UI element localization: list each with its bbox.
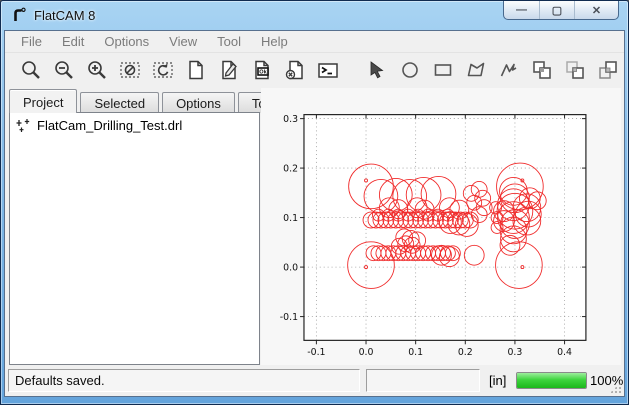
status-bar: Defaults saved. [in] 100% xyxy=(5,365,624,396)
status-aux-box xyxy=(366,369,480,392)
tab-bar: ProjectSelectedOptionsTool xyxy=(9,89,293,113)
union-tool-icon xyxy=(531,59,553,81)
new-project-button[interactable] xyxy=(180,55,213,85)
move-tool-button[interactable] xyxy=(558,55,591,85)
menu-item-help[interactable]: Help xyxy=(251,32,298,51)
units-label: [in] xyxy=(489,373,506,388)
progress-bar xyxy=(516,372,587,389)
toolbar-drag-handle-2[interactable] xyxy=(355,57,356,83)
copy-tool-button[interactable] xyxy=(591,55,624,85)
clear-plot-icon xyxy=(119,59,141,81)
x-tick-label: 0.3 xyxy=(507,347,522,358)
flatcam-logo-icon xyxy=(11,7,28,24)
open-project-icon xyxy=(218,59,240,81)
path-tool-button[interactable] xyxy=(492,55,525,85)
rectangle-tool-icon xyxy=(432,59,454,81)
zoom-out-button[interactable] xyxy=(48,55,81,85)
drill-object-icon xyxy=(16,118,31,133)
titlebar[interactable]: FlatCAM 8 — ▢ ✕ xyxy=(1,1,628,30)
tree-item-label: FlatCam_Drilling_Test.drl xyxy=(37,118,182,133)
x-tick-label: 0.0 xyxy=(359,347,374,358)
circle-tool-button[interactable] xyxy=(393,55,426,85)
project-tree[interactable]: FlatCam_Drilling_Test.drl xyxy=(9,112,260,365)
x-tick-label: 0.2 xyxy=(458,347,473,358)
select-tool-button[interactable] xyxy=(360,55,393,85)
progress-fill xyxy=(517,373,586,388)
move-tool-icon xyxy=(564,59,586,81)
delete-object-icon xyxy=(284,59,306,81)
caption-buttons: — ▢ ✕ xyxy=(503,1,619,20)
zoom-in-button[interactable] xyxy=(81,55,114,85)
path-tool-icon xyxy=(498,59,520,81)
close-button[interactable]: ✕ xyxy=(574,1,618,19)
toolbar-zoom-file-group: Ok xyxy=(15,55,345,85)
plot-figure: -0.1 0.0 0.1 0.2 0.3 0.4 -0.1 0.0 0.1 0.2 0.3 xyxy=(261,88,621,365)
axes-background xyxy=(304,115,586,341)
menu-item-edit[interactable]: Edit xyxy=(52,32,94,51)
save-ok-button[interactable]: Ok xyxy=(246,55,279,85)
menu-bar: FileEditOptionsViewToolHelp xyxy=(5,31,624,53)
app-window: FlatCAM 8 — ▢ ✕ FileEditOptionsViewToolH… xyxy=(0,0,629,405)
x-tick-label: 0.4 xyxy=(557,347,572,358)
toolbar-drag-handle[interactable] xyxy=(10,57,11,83)
polygon-tool-icon xyxy=(465,59,487,81)
menu-item-options[interactable]: Options xyxy=(94,32,159,51)
client-area: FileEditOptionsViewToolHelp Ok ProjectSe… xyxy=(4,30,625,397)
x-tick-label: -0.1 xyxy=(307,347,325,358)
circle-tool-icon xyxy=(399,59,421,81)
menu-item-tool[interactable]: Tool xyxy=(207,32,251,51)
zoom-in-icon xyxy=(86,59,108,81)
tab-project[interactable]: Project xyxy=(9,89,77,113)
zoom-fit-button[interactable] xyxy=(15,55,48,85)
y-tick-label: 0.3 xyxy=(283,114,298,125)
y-tick-label: 0.1 xyxy=(283,213,298,224)
new-project-icon xyxy=(185,59,207,81)
copy-tool-icon xyxy=(597,59,619,81)
y-tick-label: 0.2 xyxy=(283,163,298,174)
plot-canvas[interactable]: -0.1 0.0 0.1 0.2 0.3 0.4 -0.1 0.0 0.1 0.2 0.3 xyxy=(261,88,621,365)
open-project-button[interactable] xyxy=(213,55,246,85)
shell-button[interactable] xyxy=(312,55,345,85)
y-tick-label: -0.1 xyxy=(280,312,298,323)
status-message: Defaults saved. xyxy=(8,369,360,392)
replot-icon xyxy=(152,59,174,81)
window-title: FlatCAM 8 xyxy=(34,8,95,23)
clear-plot-button[interactable] xyxy=(114,55,147,85)
rectangle-tool-button[interactable] xyxy=(426,55,459,85)
polygon-tool-button[interactable] xyxy=(459,55,492,85)
maximize-button[interactable]: ▢ xyxy=(539,1,574,19)
x-tick-label: 0.1 xyxy=(408,347,423,358)
toolbar-geometry-group xyxy=(360,55,624,85)
zoom-out-icon xyxy=(53,59,75,81)
union-tool-button[interactable] xyxy=(525,55,558,85)
tab-selected[interactable]: Selected xyxy=(80,92,159,113)
shell-icon xyxy=(317,59,339,81)
toolbar: Ok xyxy=(5,53,624,87)
y-tick-label: 0.0 xyxy=(283,262,298,273)
menu-item-view[interactable]: View xyxy=(159,32,207,51)
select-tool-icon xyxy=(366,59,388,81)
tree-item[interactable]: FlatCam_Drilling_Test.drl xyxy=(10,113,259,135)
zoom-fit-icon xyxy=(20,59,42,81)
delete-object-button[interactable] xyxy=(279,55,312,85)
tab-options[interactable]: Options xyxy=(162,92,235,113)
replot-button[interactable] xyxy=(147,55,180,85)
menu-item-file[interactable]: File xyxy=(11,32,52,51)
svg-text:Ok: Ok xyxy=(260,70,268,76)
save-ok-icon: Ok xyxy=(251,59,273,81)
minimize-button[interactable]: — xyxy=(504,1,539,19)
